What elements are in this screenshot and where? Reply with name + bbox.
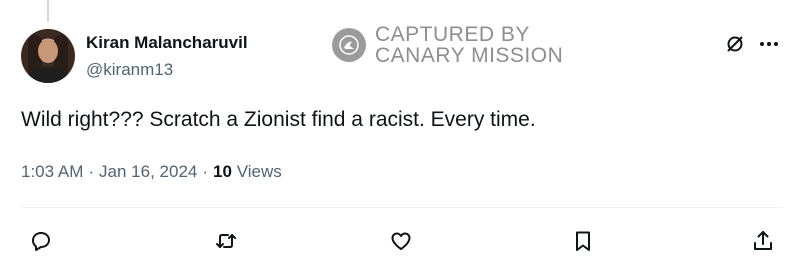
watermark-line1: CAPTURED BY xyxy=(375,23,530,46)
thread-connector-line xyxy=(47,0,49,22)
watermark-line2: CANARY MISSION xyxy=(375,44,564,67)
author-display-name[interactable]: Kiran Malancharuvil xyxy=(86,33,248,53)
views-count[interactable]: 10 xyxy=(213,162,232,181)
tweet-meta: 1:03 AM · Jan 16, 2024 · 10 Views xyxy=(21,162,282,182)
retweet-button[interactable] xyxy=(212,227,240,255)
watermark: CAPTURED BY CANARY MISSION xyxy=(332,24,563,66)
views-label[interactable]: Views xyxy=(237,162,282,181)
meta-separator: · xyxy=(88,162,95,181)
reply-button[interactable] xyxy=(27,227,55,255)
tweet-card: Kiran Malancharuvil @kiranm13 CAPTURED B… xyxy=(0,0,800,265)
bookmark-button[interactable] xyxy=(569,227,597,255)
like-button[interactable] xyxy=(387,227,415,255)
divider xyxy=(21,207,783,208)
canary-bird-icon xyxy=(332,28,366,62)
like-icon xyxy=(391,232,411,250)
grok-icon[interactable] xyxy=(725,34,745,54)
tweet-text: Wild right??? Scratch a Zionist find a r… xyxy=(21,108,536,131)
tweet-time[interactable]: 1:03 AM xyxy=(21,162,83,182)
meta-separator: · xyxy=(202,162,209,181)
more-icon[interactable] xyxy=(758,34,780,54)
bookmark-icon xyxy=(576,231,590,251)
avatar[interactable] xyxy=(21,29,75,83)
share-button[interactable] xyxy=(749,227,777,255)
retweet-icon xyxy=(216,234,236,248)
author-handle[interactable]: @kiranm13 xyxy=(86,60,173,80)
share-icon xyxy=(754,231,772,250)
reply-icon xyxy=(32,232,50,251)
tweet-date[interactable]: Jan 16, 2024 xyxy=(99,162,197,182)
